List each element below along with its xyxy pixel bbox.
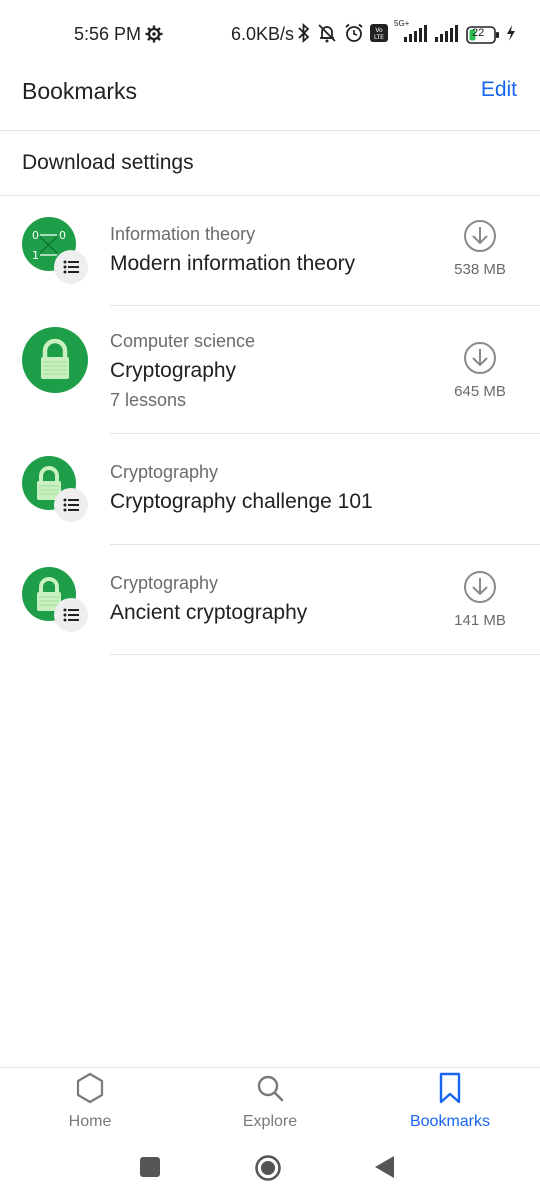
divider xyxy=(110,654,540,655)
app-bar: Bookmarks Edit xyxy=(0,70,540,131)
list-icon xyxy=(54,488,88,522)
bookmark-title: Cryptography xyxy=(110,359,237,382)
download-size: 645 MB xyxy=(454,383,506,400)
download-size: 538 MB xyxy=(454,261,506,278)
home-nav-button[interactable] xyxy=(254,1154,282,1187)
tab-label: Explore xyxy=(242,1113,298,1130)
hexagon-icon xyxy=(76,1072,104,1104)
download-icon xyxy=(464,571,496,603)
svg-text:1: 1 xyxy=(32,249,39,262)
download-icon xyxy=(464,220,496,252)
download-button[interactable]: 141 MB xyxy=(445,569,515,629)
download-button[interactable]: 645 MB xyxy=(445,340,515,400)
list-icon xyxy=(54,250,88,284)
search-icon xyxy=(257,1075,284,1102)
bookmark-item-cryptography-challenge-101[interactable]: Cryptography Cryptography challenge 101 xyxy=(0,434,540,545)
battery-icon: 22 xyxy=(466,26,500,44)
download-settings-label: Download settings xyxy=(22,151,194,174)
page-title: Bookmarks xyxy=(22,78,138,104)
tab-label: Home xyxy=(68,1113,112,1130)
bookmark-icon xyxy=(439,1072,461,1104)
bookmark-subtitle: Computer science xyxy=(110,331,256,351)
status-bar: 5:56 PM 6.0KB/s Vo LTE 5G+ 22 xyxy=(0,0,540,70)
list-icon xyxy=(54,598,88,632)
status-time: 5:56 PM xyxy=(74,24,142,44)
tab-bookmarks[interactable]: Bookmarks xyxy=(390,1072,510,1131)
download-button[interactable]: 538 MB xyxy=(445,218,515,278)
tab-explore[interactable]: Explore xyxy=(210,1072,330,1131)
bookmark-title: Ancient cryptography xyxy=(110,601,308,624)
volte-icon: Vo LTE xyxy=(370,23,388,47)
bookmark-item-modern-information-theory[interactable]: 0 0 1 Information theory Modern informat… xyxy=(0,196,540,306)
bookmark-subtitle: Information theory xyxy=(110,224,256,244)
svg-text:0: 0 xyxy=(32,229,39,242)
download-icon xyxy=(464,342,496,374)
muted-bell-icon xyxy=(316,23,338,48)
bookmark-subtitle: Cryptography xyxy=(110,573,219,593)
svg-text:LTE: LTE xyxy=(374,34,384,41)
signal-5g-icon: 5G+ xyxy=(394,19,428,48)
bookmark-title: Modern information theory xyxy=(110,252,356,275)
download-size: 141 MB xyxy=(454,612,506,629)
tab-home[interactable]: Home xyxy=(30,1072,150,1131)
alarm-icon xyxy=(344,23,364,48)
bookmark-title: Cryptography challenge 101 xyxy=(110,490,373,513)
bookmark-item-ancient-cryptography[interactable]: Cryptography Ancient cryptography 141 MB xyxy=(0,545,540,655)
edit-button[interactable]: Edit xyxy=(481,78,517,102)
svg-text:Vo: Vo xyxy=(375,27,383,34)
tab-label: Bookmarks xyxy=(409,1113,491,1130)
recent-apps-button[interactable] xyxy=(140,1157,160,1177)
network-speed: 6.0KB/s xyxy=(231,24,295,44)
bluetooth-icon xyxy=(298,22,310,48)
download-settings-item[interactable]: Download settings xyxy=(0,131,540,196)
padlock-thumbnail xyxy=(22,327,88,393)
lesson-count: 7 lessons xyxy=(110,390,187,410)
back-nav-button[interactable] xyxy=(374,1155,396,1184)
bookmark-subtitle: Cryptography xyxy=(110,462,219,482)
bottom-tab-bar: Home Explore Bookmarks xyxy=(0,1067,540,1138)
signal-icon xyxy=(434,23,460,48)
system-nav-bar xyxy=(0,1137,540,1200)
svg-text:0: 0 xyxy=(59,229,66,242)
gear-icon xyxy=(145,25,163,48)
battery-level: 22 xyxy=(472,27,485,39)
charging-icon xyxy=(506,24,516,46)
status-icons: Vo LTE 5G+ 22 xyxy=(298,19,516,48)
bookmark-item-cryptography[interactable]: Computer science Cryptography 7 lessons … xyxy=(0,306,540,434)
